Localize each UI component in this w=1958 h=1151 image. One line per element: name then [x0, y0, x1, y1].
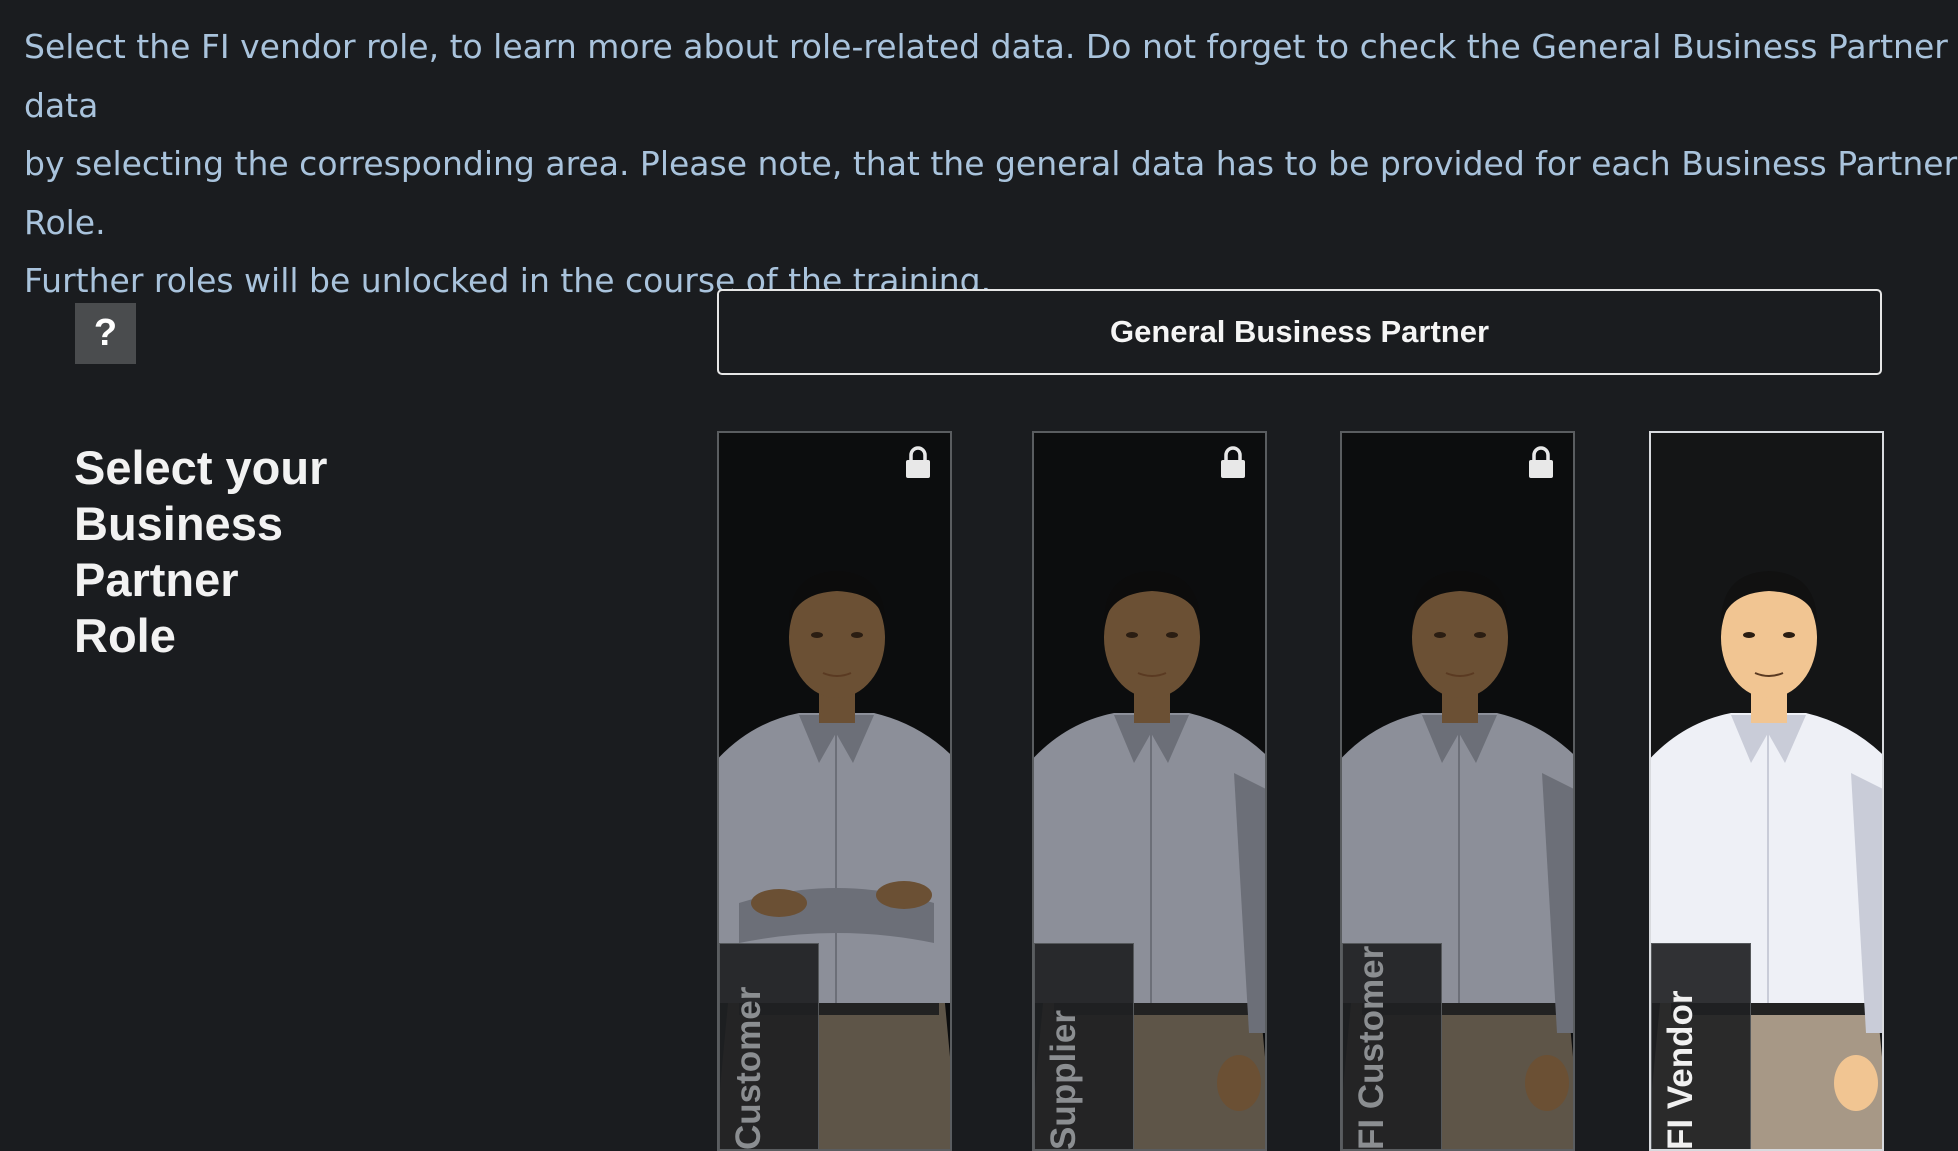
- role-label-tab: Customer: [719, 943, 819, 1150]
- lock-icon: [1529, 446, 1553, 478]
- role-label: Customer: [729, 986, 768, 1150]
- role-label-tab: FI Customer: [1342, 943, 1442, 1150]
- general-business-partner-button[interactable]: General Business Partner: [717, 289, 1882, 375]
- role-card-supplier[interactable]: Supplier: [1032, 431, 1267, 1151]
- lock-icon: [1221, 446, 1245, 478]
- question-icon: ?: [93, 312, 118, 354]
- role-label: FI Customer: [1352, 945, 1391, 1150]
- instructions-text: Select the FI vendor role, to learn more…: [24, 27, 1958, 300]
- role-label-tab: Supplier: [1034, 943, 1134, 1150]
- role-label: FI Vendor: [1661, 990, 1700, 1150]
- role-card-fi-customer[interactable]: FI Customer: [1340, 431, 1575, 1151]
- role-card-customer[interactable]: Customer: [717, 431, 952, 1151]
- page-heading: Select your Business Partner Role: [74, 441, 328, 662]
- help-button[interactable]: ?: [75, 303, 136, 364]
- lock-icon: [906, 446, 930, 478]
- role-label-tab: FI Vendor: [1651, 943, 1751, 1150]
- role-label: Supplier: [1044, 1009, 1083, 1150]
- role-card-fi-vendor[interactable]: FI Vendor: [1649, 431, 1884, 1151]
